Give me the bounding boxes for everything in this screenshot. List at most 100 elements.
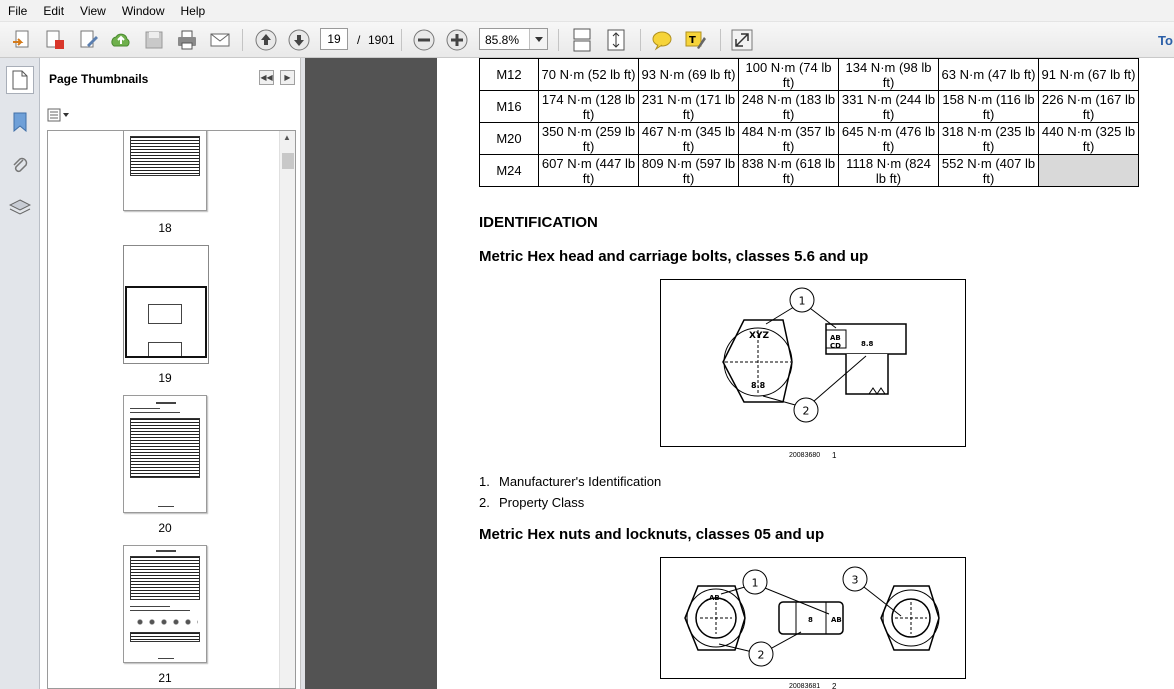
callout-2: 2 <box>803 405 810 418</box>
figure-2-code: 20083681 <box>789 683 821 689</box>
torque-value-cell: 226 N·m (167 lb ft) <box>1038 90 1139 123</box>
navigation-pane-strip <box>0 58 40 689</box>
torque-value-cell: 70 N·m (52 lb ft) <box>538 58 639 91</box>
torque-value-cell: 318 N·m (235 lb ft) <box>938 122 1039 155</box>
page-number-input[interactable]: 19 <box>320 28 348 50</box>
page-thumbnails-icon[interactable] <box>6 66 34 94</box>
panel-title: Page Thumbnails <box>49 72 149 86</box>
nut-mark: AB <box>709 594 720 602</box>
document-page: M12 70 N·m (52 lb ft) 93 N·m (69 lb ft) 100… <box>437 58 1174 689</box>
export-pdf-icon[interactable] <box>42 27 68 53</box>
thumbnail-options-button[interactable] <box>47 107 73 123</box>
nut-callout-3: 3 <box>852 574 859 587</box>
callout-1: 1 <box>799 295 806 308</box>
thumbnail-scrollbar[interactable]: ▲ <box>279 131 295 688</box>
document-background <box>305 58 437 689</box>
bolt-class-mark: 8.8 <box>751 381 766 390</box>
zoom-select[interactable]: 85.8% <box>479 28 548 50</box>
bolt-size-cell: M24 <box>479 154 539 187</box>
bookmarks-icon[interactable] <box>6 108 34 136</box>
torque-value-cell: 331 N·m (244 lb ft) <box>838 90 939 123</box>
torque-value-cell: 467 N·m (345 lb ft) <box>638 122 739 155</box>
bolt-drawing: XYZ 8.8 AB CD 8.8 1 2 <box>722 287 907 423</box>
menu-file[interactable]: File <box>0 4 35 18</box>
zoom-value: 85.8% <box>485 33 520 47</box>
tools-link[interactable]: To <box>1158 33 1173 48</box>
svg-text:T: T <box>689 35 696 46</box>
nut-drawing: AB 8 AB 1 2 3 <box>684 566 940 667</box>
nut-identification-figure: AB 8 AB 1 2 3 <box>660 557 966 679</box>
comment-icon[interactable] <box>649 27 675 53</box>
bolt-size-cell: M16 <box>479 90 539 123</box>
torque-value-cell: 838 N·m (618 lb ft) <box>738 154 839 187</box>
nut-callout-2: 2 <box>758 649 765 662</box>
page-thumbnails-panel: Page Thumbnails ◀◀ ▶ 18 19 20 21 ▲ <box>41 58 300 689</box>
fit-page-icon[interactable] <box>603 27 629 53</box>
bolts-heading: Metric Hex head and carriage bolts, clas… <box>479 248 869 265</box>
save-icon[interactable] <box>141 27 167 53</box>
full-screen-icon[interactable] <box>729 27 755 53</box>
torque-value-cell: 552 N·m (407 lb ft) <box>938 154 1039 187</box>
thumbnail-label: 20 <box>158 521 172 535</box>
scrolling-mode-icon[interactable] <box>569 27 595 53</box>
torque-value-cell: 440 N·m (325 lb ft) <box>1038 122 1139 155</box>
print-icon[interactable] <box>174 27 200 53</box>
email-icon[interactable] <box>207 27 233 53</box>
legend-item-2: 2. Property Class <box>479 495 585 510</box>
bolt-identification-figure: XYZ 8.8 AB CD 8.8 1 2 <box>660 279 966 447</box>
figure-1-code: 20083680 <box>789 452 821 459</box>
zoom-out-icon[interactable] <box>411 27 437 53</box>
menu-window[interactable]: Window <box>114 4 173 18</box>
menu-view[interactable]: View <box>72 4 114 18</box>
menu-help[interactable]: Help <box>173 4 214 18</box>
table-row: M24 607 N·m (447 lb ft) 809 N·m (597 lb ft… <box>479 154 1139 187</box>
torque-value-cell: 645 N·m (476 lb ft) <box>838 122 939 155</box>
chevron-down-icon[interactable] <box>529 29 547 49</box>
scrollbar-thumb[interactable] <box>282 153 294 169</box>
edit-pdf-icon[interactable] <box>76 27 102 53</box>
torque-value-cell: 231 N·m (171 lb ft) <box>638 90 739 123</box>
table-row: M20 350 N·m (259 lb ft) 467 N·m (345 lb ft… <box>479 122 1139 155</box>
create-pdf-icon[interactable] <box>9 27 35 53</box>
torque-value-cell: 134 N·m (98 lb ft) <box>838 58 939 91</box>
pdf-reader-window: File Edit View Window Help 19 / 1901 85.… <box>0 0 1174 689</box>
thumbnail-page-19-selected[interactable] <box>123 245 209 364</box>
figure-2-number: 2 <box>832 682 837 689</box>
collapse-panel-icon[interactable]: ◀◀ <box>259 70 274 85</box>
toolbar: 19 / 1901 85.8% T To <box>0 22 1174 58</box>
page-total: 1901 <box>368 33 395 47</box>
thumbnail-list[interactable]: 18 19 20 21 ▲ <box>47 130 296 689</box>
zoom-in-icon[interactable] <box>444 27 470 53</box>
torque-value-cell: 809 N·m (597 lb ft) <box>638 154 739 187</box>
bolt-head-mark: XYZ <box>749 331 769 341</box>
highlight-text-icon[interactable]: T <box>682 27 708 53</box>
thumbnail-label: 18 <box>158 221 172 235</box>
menu-edit[interactable]: Edit <box>35 4 72 18</box>
section-heading: IDENTIFICATION <box>479 214 598 231</box>
thumbnail-page-20[interactable] <box>123 395 207 513</box>
nut-class-mark: 8 <box>808 616 813 624</box>
thumbnail-page-18[interactable] <box>123 131 207 211</box>
layers-icon[interactable] <box>6 194 34 222</box>
torque-value-cell: 100 N·m (74 lb ft) <box>738 58 839 91</box>
torque-value-cell: 174 N·m (128 lb ft) <box>538 90 639 123</box>
torque-value-cell: 1118 N·m (824 lb ft) <box>838 154 939 187</box>
previous-page-icon[interactable] <box>253 27 279 53</box>
torque-table: M12 70 N·m (52 lb ft) 93 N·m (69 lb ft) 100… <box>479 58 1139 187</box>
thumbnail-label: 21 <box>158 671 172 685</box>
next-page-icon[interactable] <box>286 27 312 53</box>
scroll-up-icon[interactable]: ▲ <box>283 133 291 142</box>
thumbnail-page-21[interactable] <box>123 545 207 663</box>
thumbnail-label: 19 <box>158 371 172 385</box>
torque-value-cell: 484 N·m (357 lb ft) <box>738 122 839 155</box>
panel-menu-icon[interactable]: ▶ <box>280 70 295 85</box>
bolt-side-class-mark: 8.8 <box>861 340 874 348</box>
table-row: M12 70 N·m (52 lb ft) 93 N·m (69 lb ft) 100… <box>479 58 1139 91</box>
attachments-icon[interactable] <box>6 152 34 180</box>
bolt-size-cell: M20 <box>479 122 539 155</box>
torque-value-cell: 350 N·m (259 lb ft) <box>538 122 639 155</box>
torque-value-cell: 63 N·m (47 lb ft) <box>938 58 1039 91</box>
figure-1-number: 1 <box>832 451 837 460</box>
torque-value-cell: 607 N·m (447 lb ft) <box>538 154 639 187</box>
upload-cloud-icon[interactable] <box>108 27 134 53</box>
